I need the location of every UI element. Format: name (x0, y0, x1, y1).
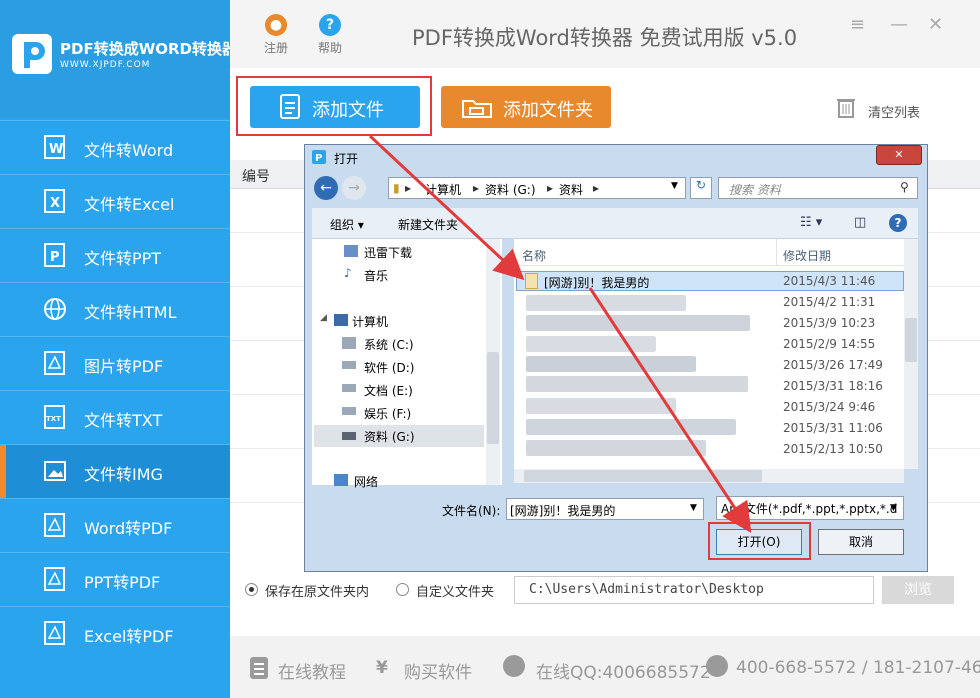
arrow-to-open (588, 287, 752, 534)
arrow-to-file (368, 134, 525, 281)
annotation-arrows (368, 134, 752, 534)
